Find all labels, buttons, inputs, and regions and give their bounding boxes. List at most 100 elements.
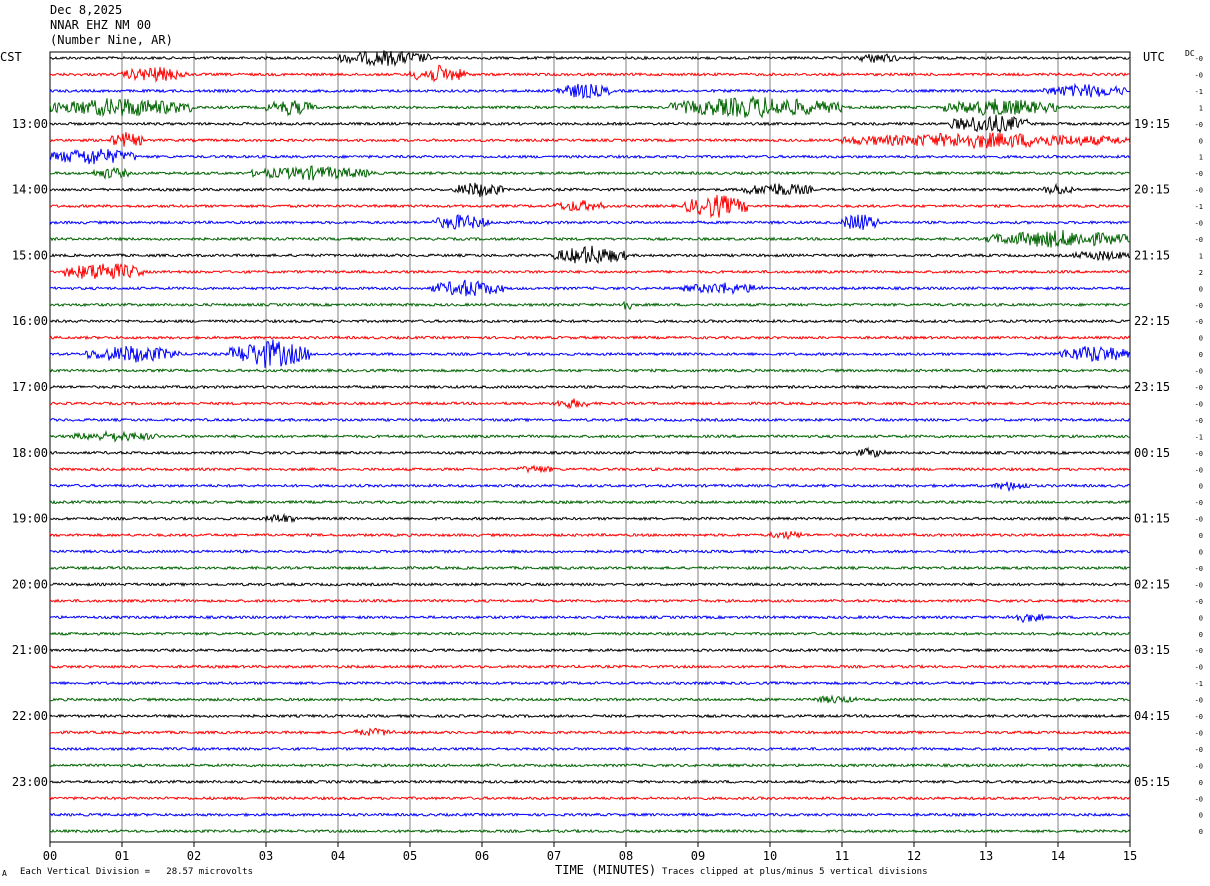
- dc-offset-label: -1: [1195, 433, 1203, 441]
- dc-offset-label: -0: [1195, 598, 1203, 606]
- dc-offset-label: 0: [1199, 549, 1203, 557]
- dc-offset-label: -0: [1195, 697, 1203, 705]
- right-time-label: 19:15: [1134, 117, 1170, 131]
- left-time-label: 15:00: [12, 248, 48, 262]
- dc-offset-label: -0: [1195, 417, 1203, 425]
- seismic-trace: [49, 779, 1131, 785]
- seismic-trace: [49, 727, 1131, 736]
- dc-offset-label: -0: [1195, 400, 1203, 408]
- seismic-trace: [49, 694, 1131, 704]
- right-time-label: 02:15: [1134, 577, 1170, 591]
- x-tick-label: 05: [403, 849, 417, 863]
- seismic-trace: [49, 95, 1131, 119]
- seismic-trace: [49, 82, 1131, 100]
- seismic-trace: [49, 762, 1131, 768]
- right-time-label: 00:15: [1134, 446, 1170, 460]
- dc-offset-label: -0: [1195, 746, 1203, 754]
- dc-offset-label: -0: [1195, 236, 1203, 244]
- seismic-trace: [49, 279, 1131, 297]
- dc-offset-label: -0: [1195, 795, 1203, 803]
- right-time-label: 23:15: [1134, 380, 1170, 394]
- seismic-trace: [49, 263, 1131, 280]
- left-time-label: 21:00: [12, 643, 48, 657]
- seismic-trace: [49, 335, 1131, 341]
- dc-offset-label: 0: [1199, 483, 1203, 491]
- x-tick-label: 09: [691, 849, 705, 863]
- helicorder-plot: 00 01 02 03 04 05 06 07 08 09 10 11 12 13 14 15-0-0-11-…: [12, 50, 1203, 863]
- x-tick-label: 10: [763, 849, 777, 863]
- left-time-label: 19:00: [12, 512, 48, 526]
- dc-offset-label: 0: [1199, 335, 1203, 343]
- seismic-trace: [49, 367, 1131, 374]
- header-date: Dec 8,2025: [50, 3, 123, 17]
- dc-offset-label: -0: [1195, 762, 1203, 770]
- x-tick-label: 11: [835, 849, 849, 863]
- right-time-label: 04:15: [1134, 709, 1170, 723]
- dc-offset-label: 1: [1199, 252, 1203, 260]
- right-time-label: 22:15: [1134, 314, 1170, 328]
- left-time-label: 13:00: [12, 117, 48, 131]
- dc-offset-label: -0: [1195, 302, 1203, 310]
- left-time-label: 14:00: [12, 183, 48, 197]
- x-tick-label: 00: [43, 849, 57, 863]
- x-axis-title: TIME (MINUTES): [555, 863, 657, 877]
- plot-frame: [49, 51, 1131, 843]
- seismic-trace: [49, 613, 1131, 624]
- dc-offset-label: -0: [1195, 516, 1203, 524]
- dc-column-label: DC: [1185, 49, 1195, 58]
- dc-offset-label: 1: [1199, 104, 1203, 112]
- seismic-trace: [49, 114, 1131, 134]
- seismic-trace: [49, 499, 1131, 505]
- dc-offset-label: 0: [1199, 532, 1203, 540]
- seismic-trace: [49, 300, 1131, 311]
- dc-offset-label: -0: [1195, 55, 1203, 63]
- dc-offset-label: 0: [1199, 631, 1203, 639]
- seismic-trace: [49, 828, 1131, 834]
- x-tick-label: 01: [115, 849, 129, 863]
- seismic-trace: [49, 647, 1131, 653]
- right-timezone-label: UTC: [1143, 50, 1165, 64]
- seismic-trace: [49, 812, 1131, 818]
- right-time-label: 20:15: [1134, 183, 1170, 197]
- seismic-trace: [49, 213, 1131, 230]
- seismic-trace: [49, 165, 1131, 181]
- seismic-trace: [49, 148, 1131, 165]
- x-tick-label: 03: [259, 849, 273, 863]
- dc-offset-label: -0: [1195, 187, 1203, 195]
- dc-offset-label: -0: [1195, 170, 1203, 178]
- seismic-trace: [49, 512, 1131, 524]
- seismic-trace: [49, 664, 1131, 670]
- x-tick-label: 12: [907, 849, 921, 863]
- x-tick-label: 13: [979, 849, 993, 863]
- right-time-label: 21:15: [1134, 248, 1170, 262]
- left-timezone-label: CST: [0, 50, 22, 64]
- dc-offset-label: -1: [1195, 88, 1203, 96]
- header-location: (Number Nine, AR): [50, 33, 173, 47]
- seismic-trace: [49, 229, 1131, 248]
- x-tick-label: 08: [619, 849, 633, 863]
- seismic-trace: [49, 548, 1131, 555]
- dc-offset-label: -0: [1195, 647, 1203, 655]
- left-time-label: 23:00: [12, 775, 48, 789]
- right-time-label: 01:15: [1134, 512, 1170, 526]
- dc-offset-label: -0: [1195, 466, 1203, 474]
- dc-offset-label: -0: [1195, 565, 1203, 573]
- header-station: NNAR EHZ NM 00: [50, 18, 152, 32]
- x-tick-label: 02: [187, 849, 201, 863]
- seismic-trace: [49, 429, 1131, 443]
- dc-offset-label: 0: [1199, 614, 1203, 622]
- left-time-label: 17:00: [12, 380, 48, 394]
- right-time-label: 03:15: [1134, 643, 1170, 657]
- seismic-trace: [49, 182, 1131, 198]
- x-tick-label: 06: [475, 849, 489, 863]
- dc-offset-label: -1: [1195, 680, 1203, 688]
- dc-offset-label: -0: [1195, 220, 1203, 228]
- x-tick-label: 07: [547, 849, 561, 863]
- dc-offset-label: 0: [1199, 812, 1203, 820]
- dc-offset-label: -0: [1195, 581, 1203, 589]
- dc-offset-label: -0: [1195, 318, 1203, 326]
- seismic-trace: [49, 481, 1131, 493]
- seismic-trace: [49, 631, 1131, 637]
- right-time-label: 05:15: [1134, 775, 1170, 789]
- dc-offset-label: 2: [1199, 269, 1203, 277]
